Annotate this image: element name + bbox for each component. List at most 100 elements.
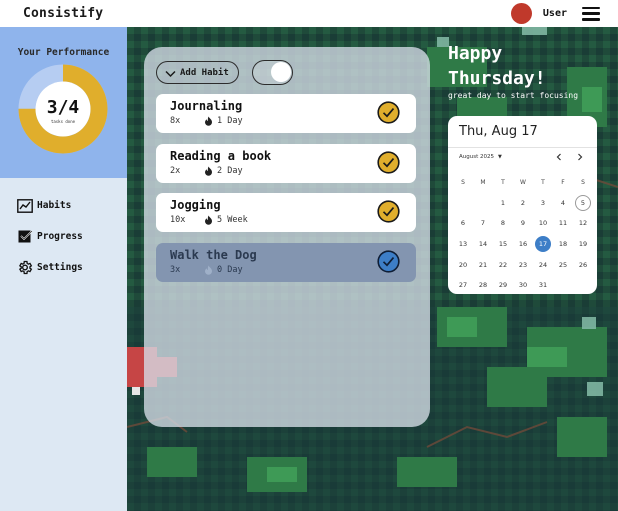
chart-icon <box>17 198 33 214</box>
calendar-day[interactable]: 1 <box>493 193 513 214</box>
calendar-day[interactable]: 16 <box>513 234 533 255</box>
habit-streak: 1 Day <box>217 116 243 126</box>
view-toggle[interactable] <box>252 60 293 85</box>
calendar-day[interactable]: 30 <box>513 275 533 296</box>
chevron-left-icon <box>556 153 561 161</box>
calendar-day[interactable]: 8 <box>493 213 513 234</box>
gear-icon <box>17 260 33 276</box>
calendar-day[interactable]: 17 <box>533 234 553 255</box>
calendar-day[interactable]: 23 <box>513 254 533 275</box>
check-circle-icon[interactable] <box>377 250 400 273</box>
check-circle-icon[interactable] <box>377 101 400 124</box>
flame-icon <box>204 166 214 176</box>
performance-card: Your Performance 3/4 tasks done <box>0 27 127 178</box>
sidebar-nav: Habits Progress Settings <box>0 178 127 283</box>
calendar-day[interactable]: 26 <box>573 254 593 275</box>
add-habit-button[interactable]: Add Habit <box>156 61 239 84</box>
calendar-day[interactable]: 13 <box>453 234 473 255</box>
performance-value: 3/4 <box>46 97 80 118</box>
habit-count: 3x <box>170 265 181 275</box>
habit-meta: 8x 1 Day <box>170 116 243 126</box>
habits-panel: Add Habit Journaling 8x 1 Day Reading a boo… <box>144 47 430 427</box>
calendar-day[interactable]: 5 <box>573 193 593 214</box>
flame-icon <box>204 116 214 126</box>
calendar-day[interactable]: 11 <box>553 213 573 234</box>
habit-meta: 2x 2 Day <box>170 166 243 176</box>
calendar-day[interactable]: 25 <box>553 254 573 275</box>
weekday-label: T <box>541 178 545 186</box>
calendar-day[interactable]: 28 <box>473 275 493 296</box>
habit-name: Walk the Dog <box>170 248 257 262</box>
calendar-day[interactable]: 18 <box>553 234 573 255</box>
caret-down-icon: ▼ <box>498 154 502 160</box>
user-area: User <box>510 3 600 24</box>
habit-meta: 10x 5 Week <box>170 215 248 225</box>
weekday-label: T <box>501 178 505 186</box>
sidebar-item-label: Settings <box>37 262 83 273</box>
toggle-knob <box>271 62 291 82</box>
calendar-day[interactable]: 4 <box>553 193 573 214</box>
habit-streak: 5 Week <box>217 215 248 225</box>
sidebar-item-settings[interactable]: Settings <box>0 252 127 283</box>
divider <box>448 147 597 148</box>
add-habit-label: Add Habit <box>180 67 229 78</box>
check-circle-icon[interactable] <box>377 151 400 174</box>
calendar-day[interactable]: 9 <box>513 213 533 234</box>
weekday-label: M <box>480 178 486 186</box>
sidebar-item-label: Progress <box>37 231 83 242</box>
checkbox-icon <box>17 229 33 245</box>
prev-month-button[interactable] <box>553 151 565 163</box>
weekday-label: W <box>520 178 526 186</box>
calendar-day[interactable]: 3 <box>533 193 553 214</box>
calendar-selected-date: Thu, Aug 17 <box>459 124 538 139</box>
avatar[interactable] <box>510 3 532 24</box>
calendar-day[interactable]: 31 <box>533 275 553 296</box>
habit-card[interactable]: Reading a book 2x 2 Day <box>156 144 416 183</box>
habit-count: 8x <box>170 116 181 126</box>
calendar-day[interactable]: 22 <box>493 254 513 275</box>
chevron-down-icon <box>165 63 176 82</box>
weekday-label: S <box>461 178 465 186</box>
weekday-label: S <box>581 178 585 186</box>
check-circle-icon[interactable] <box>377 200 400 223</box>
calendar-grid: S M T W T F S 1 2 3 4 5 6 7 8 9 10 11 12 13 14 15 16 17 18 19 20 21… <box>453 172 593 296</box>
app-title: Consistify <box>23 6 104 21</box>
next-month-button[interactable] <box>574 151 586 163</box>
habit-name: Reading a book <box>170 149 272 163</box>
sidebar: Your Performance 3/4 tasks done Habits P… <box>0 27 127 511</box>
calendar-day[interactable]: 12 <box>573 213 593 234</box>
calendar-day[interactable]: 15 <box>493 234 513 255</box>
greeting-line-2: Thursday! <box>448 68 546 89</box>
calendar-day[interactable]: 27 <box>453 275 473 296</box>
sidebar-item-progress[interactable]: Progress <box>0 221 127 252</box>
performance-donut: 3/4 tasks done <box>18 64 108 154</box>
empty-cell <box>473 193 493 214</box>
calendar-day[interactable]: 21 <box>473 254 493 275</box>
greeting: Happy Thursday! great day to start focus… <box>448 41 613 100</box>
calendar-day[interactable]: 2 <box>513 193 533 214</box>
calendar: Thu, Aug 17 August 2025 ▼ SMTWTFS1234567… <box>448 116 597 294</box>
sidebar-item-habits[interactable]: Habits <box>0 190 127 221</box>
calendar-day[interactable]: 20 <box>453 254 473 275</box>
habit-streak: 2 Day <box>217 166 243 176</box>
calendar-day[interactable]: 6 <box>453 213 473 234</box>
calendar-day[interactable]: 14 <box>473 234 493 255</box>
greeting-subtitle: great day to start focusing <box>448 91 579 100</box>
habit-card[interactable]: Walk the Dog 3x 0 Day <box>156 243 416 282</box>
calendar-day[interactable]: 29 <box>493 275 513 296</box>
month-selector[interactable]: August 2025 ▼ <box>459 154 502 160</box>
empty-cell <box>453 193 473 214</box>
habit-card[interactable]: Jogging 10x 5 Week <box>156 193 416 232</box>
calendar-day[interactable]: 24 <box>533 254 553 275</box>
user-name[interactable]: User <box>543 8 567 19</box>
greeting-line-1: Happy <box>448 43 503 64</box>
performance-title: Your Performance <box>17 47 110 58</box>
habit-name: Jogging <box>170 198 221 212</box>
habit-count: 10x <box>170 215 186 225</box>
hamburger-menu-icon[interactable] <box>582 6 600 21</box>
calendar-day[interactable]: 10 <box>533 213 553 234</box>
calendar-day[interactable]: 7 <box>473 213 493 234</box>
top-bar: Consistify User <box>0 0 618 27</box>
calendar-day[interactable]: 19 <box>573 234 593 255</box>
habit-card[interactable]: Journaling 8x 1 Day <box>156 94 416 133</box>
